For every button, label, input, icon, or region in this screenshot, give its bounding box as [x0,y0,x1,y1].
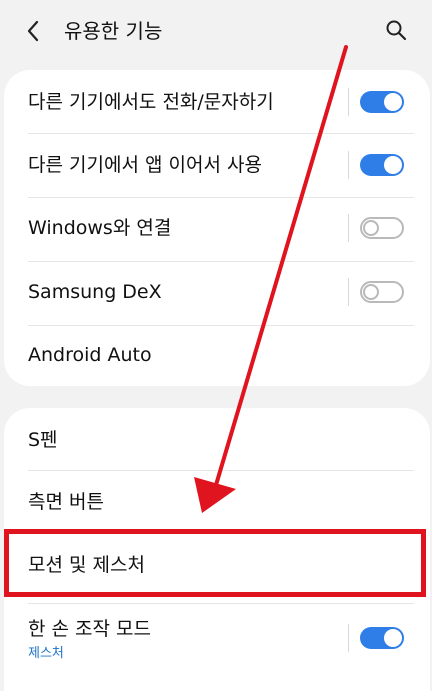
setting-label: 다른 기기에서도 전화/문자하기 [28,91,274,113]
link-to-windows-toggle[interactable] [360,217,404,239]
separator [348,214,349,242]
separator [348,278,349,306]
setting-row-link-to-windows[interactable]: Windows와 연결 [4,198,430,262]
separator [348,624,349,652]
setting-label: 모션 및 제스처 [28,554,145,576]
continue-apps-toggle[interactable] [360,154,404,176]
setting-label: S펜 [28,429,58,451]
page-title: 유용한 기능 [64,19,163,43]
separator [348,88,349,116]
separator [348,151,349,179]
setting-label: 다른 기기에서 앱 이어서 사용 [28,154,262,176]
search-button[interactable] [380,14,412,46]
setting-row-samsung-dex[interactable]: Samsung DeX [4,262,430,326]
search-icon [386,20,407,41]
setting-label: Android Auto [28,344,152,366]
setting-row-s-pen[interactable]: S펜 [4,408,430,470]
setting-sublabel: 제스처 [28,646,64,661]
setting-label: Samsung DeX [28,281,162,303]
setting-row-motions-gestures[interactable]: 모션 및 제스처 [4,530,430,597]
setting-label: Windows와 연결 [28,217,172,239]
chevron-left-icon [27,20,39,42]
setting-row-call-text-other-devices[interactable]: 다른 기기에서도 전화/문자하기 [4,70,430,134]
setting-row-one-handed-mode[interactable]: 한 손 조작 모드 제스처 [4,604,430,691]
settings-group-connectivity: 다른 기기에서도 전화/문자하기 다른 기기에서 앱 이어서 사용 Window… [4,70,430,386]
call-text-toggle[interactable] [360,91,404,113]
setting-row-side-button[interactable]: 측면 버튼 [4,471,430,529]
settings-group-input: S펜 측면 버튼 모션 및 제스처 한 손 조작 모드 제스처 [4,408,430,691]
samsung-dex-toggle[interactable] [360,281,404,303]
app-header: 유용한 기능 [0,0,432,62]
one-handed-mode-toggle[interactable] [360,627,404,649]
setting-row-android-auto[interactable]: Android Auto [4,326,430,386]
setting-label: 한 손 조작 모드 [28,618,151,640]
setting-row-continue-apps[interactable]: 다른 기기에서 앱 이어서 사용 [4,134,430,198]
back-button[interactable] [18,16,48,46]
setting-label: 측면 버튼 [28,491,104,513]
